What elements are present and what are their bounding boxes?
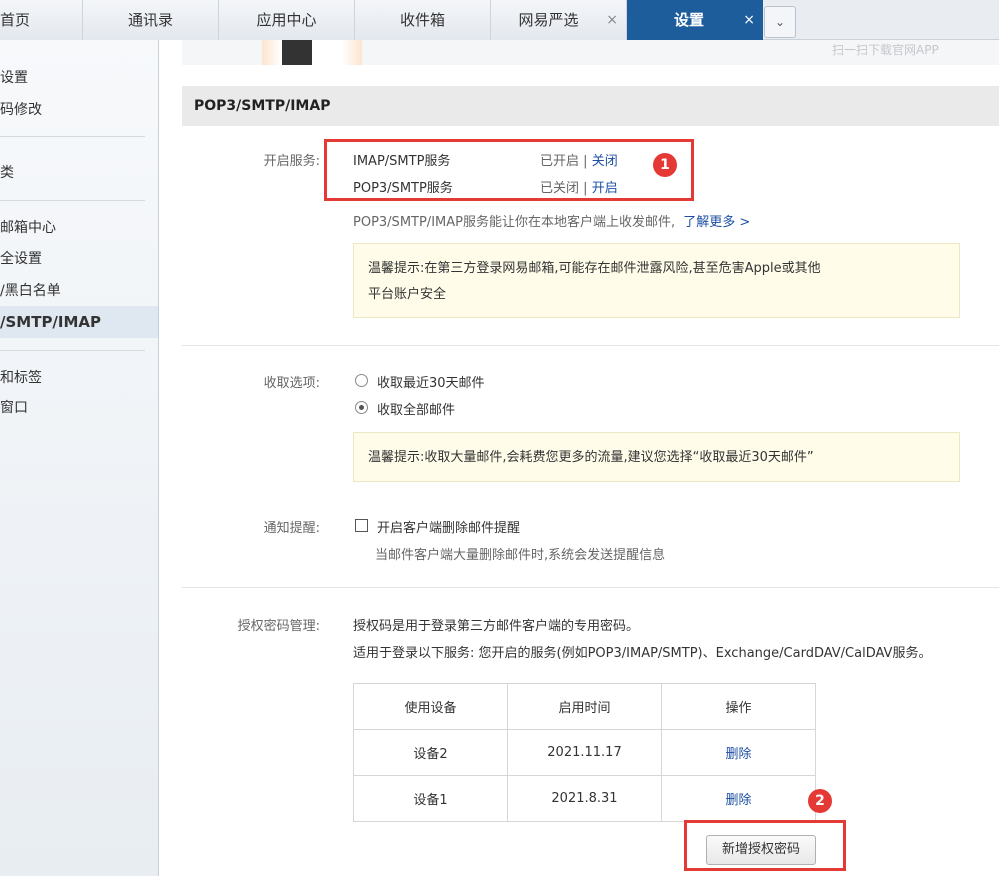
warning-tip: 温馨提示:在第三方登录网易邮箱,可能存在邮件泄露风险,甚至危害Apple或其他 … <box>353 243 960 318</box>
sidebar-item-security[interactable]: 全设置 <box>0 245 158 273</box>
phone-illustration <box>262 40 362 65</box>
radio-recent-30-days[interactable] <box>355 374 368 387</box>
radio-label: 收取最近30天邮件 <box>377 376 485 391</box>
tip-text: 温馨提示:收取大量邮件,会耗费您更多的流量,建议您选择“收取最近30天邮件” <box>368 450 814 465</box>
services-description: POP3/SMTP/IMAP服务能让你在本地客户端上收发邮件, 了解更多 > <box>353 211 750 230</box>
auth-label: 授权密码管理: <box>237 619 320 634</box>
table-row: 设备1 2021.8.31 删除 <box>353 775 816 822</box>
delete-link[interactable]: 删除 <box>725 793 751 808</box>
tab-yanxuan[interactable]: 网易严选 × <box>491 0 627 40</box>
highlight-box-services <box>324 139 694 201</box>
sidebar-item-settings[interactable]: 设置 <box>0 64 158 92</box>
services-desc-text: POP3/SMTP/IMAP服务能让你在本地客户端上收发邮件, <box>353 215 676 230</box>
sidebar-item-label: 类 <box>0 165 14 181</box>
sidebar-divider <box>0 200 145 201</box>
add-auth-code-button[interactable]: 新增授权密码 <box>706 835 816 865</box>
tab-label: 网易严选 <box>518 11 579 29</box>
column-header: 使用设备 <box>353 683 508 730</box>
auth-desc: 授权码是用于登录第三方邮件客户端的专用密码。 <box>353 619 640 634</box>
date-cell: 2021.11.17 <box>507 729 662 776</box>
column-header: 启用时间 <box>507 683 662 730</box>
divider <box>182 587 999 588</box>
radio-label: 收取全部邮件 <box>377 403 456 418</box>
action-cell: 删除 <box>661 775 816 822</box>
tip-text: 平台账户安全 <box>368 287 447 302</box>
auth-devices-table: 使用设备 启用时间 操作 设备2 2021.11.17 删除 设备1 2021.… <box>353 683 816 822</box>
qr-download-text: 扫一扫下载官网APP <box>832 43 939 57</box>
tab-label: 收件箱 <box>399 11 445 29</box>
divider <box>182 345 999 346</box>
learn-more-link[interactable]: 了解更多 > <box>683 215 750 230</box>
services-label: 开启服务: <box>263 154 320 169</box>
tab-dropdown-button[interactable]: ⌄ <box>764 6 796 38</box>
app-download-banner: 扫一扫下载官网APP <box>182 40 999 65</box>
sidebar-item-label: /SMTP/IMAP <box>0 313 102 331</box>
sidebar-item-labels[interactable]: 和标签 <box>0 364 158 392</box>
sidebar-item-pop3-smtp-imap[interactable]: /SMTP/IMAP <box>0 306 158 338</box>
tab-label: 设置 <box>673 11 704 29</box>
tip-text: 温馨提示:在第三方登录网易邮箱,可能存在邮件泄露风险,甚至危害Apple或其他 <box>368 261 821 276</box>
sidebar: 设置 码修改 类 邮箱中心 全设置 /黑白名单 /SMTP/IMAP 和标签 窗… <box>0 40 159 876</box>
sidebar-item-label: 设置 <box>0 70 28 86</box>
close-icon[interactable]: × <box>606 0 618 40</box>
close-icon[interactable]: × <box>743 0 755 40</box>
date-cell: 2021.8.31 <box>507 775 662 822</box>
sidebar-divider <box>0 350 145 351</box>
tab-app-center[interactable]: 应用中心 <box>219 0 355 40</box>
device-cell: 设备2 <box>353 729 508 776</box>
auth-services: 适用于登录以下服务: 您开启的服务(例如POP3/IMAP/SMTP)、Exch… <box>353 646 932 661</box>
notify-label: 通知提醒: <box>263 521 320 536</box>
table-row: 设备2 2021.11.17 删除 <box>353 729 816 776</box>
tab-home[interactable]: 首页 <box>0 0 83 40</box>
delete-link[interactable]: 删除 <box>725 747 751 762</box>
step-badge-2: 2 <box>808 789 832 813</box>
tab-bar: 首页 通讯录 应用中心 收件箱 网易严选 × 设置 × ⌄ <box>0 0 999 40</box>
sidebar-item-mailbox-center[interactable]: 邮箱中心 <box>0 214 158 242</box>
settings-main: 扫一扫下载官网APP POP3/SMTP/IMAP 开启服务: IMAP/SMT… <box>160 40 999 876</box>
checkbox-label: 开启客户端删除邮件提醒 <box>377 521 521 536</box>
radio-all-mail[interactable] <box>355 401 368 414</box>
step-badge-1: 1 <box>653 153 677 177</box>
tab-label: 首页 <box>0 11 31 29</box>
tab-inbox[interactable]: 收件箱 <box>355 0 491 40</box>
sidebar-item-window[interactable]: 窗口 <box>0 394 158 422</box>
sidebar-item-label: 窗口 <box>0 400 28 416</box>
sidebar-item-label: 和标签 <box>0 370 42 386</box>
sidebar-item-label: 全设置 <box>0 251 42 267</box>
sidebar-item-label: 邮箱中心 <box>0 220 56 236</box>
tab-settings[interactable]: 设置 × <box>627 0 763 40</box>
column-header: 操作 <box>661 683 816 730</box>
chevron-down-icon: ⌄ <box>774 15 786 29</box>
traffic-tip: 温馨提示:收取大量邮件,会耗费您更多的流量,建议您选择“收取最近30天邮件” <box>353 432 960 482</box>
tab-contacts[interactable]: 通讯录 <box>83 0 219 40</box>
delete-notify-checkbox[interactable] <box>355 519 368 532</box>
sidebar-divider <box>0 136 145 137</box>
notify-hint: 当邮件客户端大量删除邮件时,系统会发送提醒信息 <box>375 548 666 563</box>
table-header-row: 使用设备 启用时间 操作 <box>353 683 816 730</box>
tab-label: 应用中心 <box>256 11 317 29</box>
sidebar-item-blacklist[interactable]: /黑白名单 <box>0 277 158 305</box>
device-cell: 设备1 <box>353 775 508 822</box>
sidebar-item-password[interactable]: 码修改 <box>0 96 158 124</box>
sidebar-item-label: /黑白名单 <box>0 283 61 299</box>
action-cell: 删除 <box>661 729 816 776</box>
sidebar-item-label: 码修改 <box>0 102 42 118</box>
receive-label: 收取选项: <box>263 376 320 391</box>
sidebar-item-category[interactable]: 类 <box>0 159 158 187</box>
tab-label: 通讯录 <box>127 11 173 29</box>
section-title: POP3/SMTP/IMAP <box>182 86 999 126</box>
